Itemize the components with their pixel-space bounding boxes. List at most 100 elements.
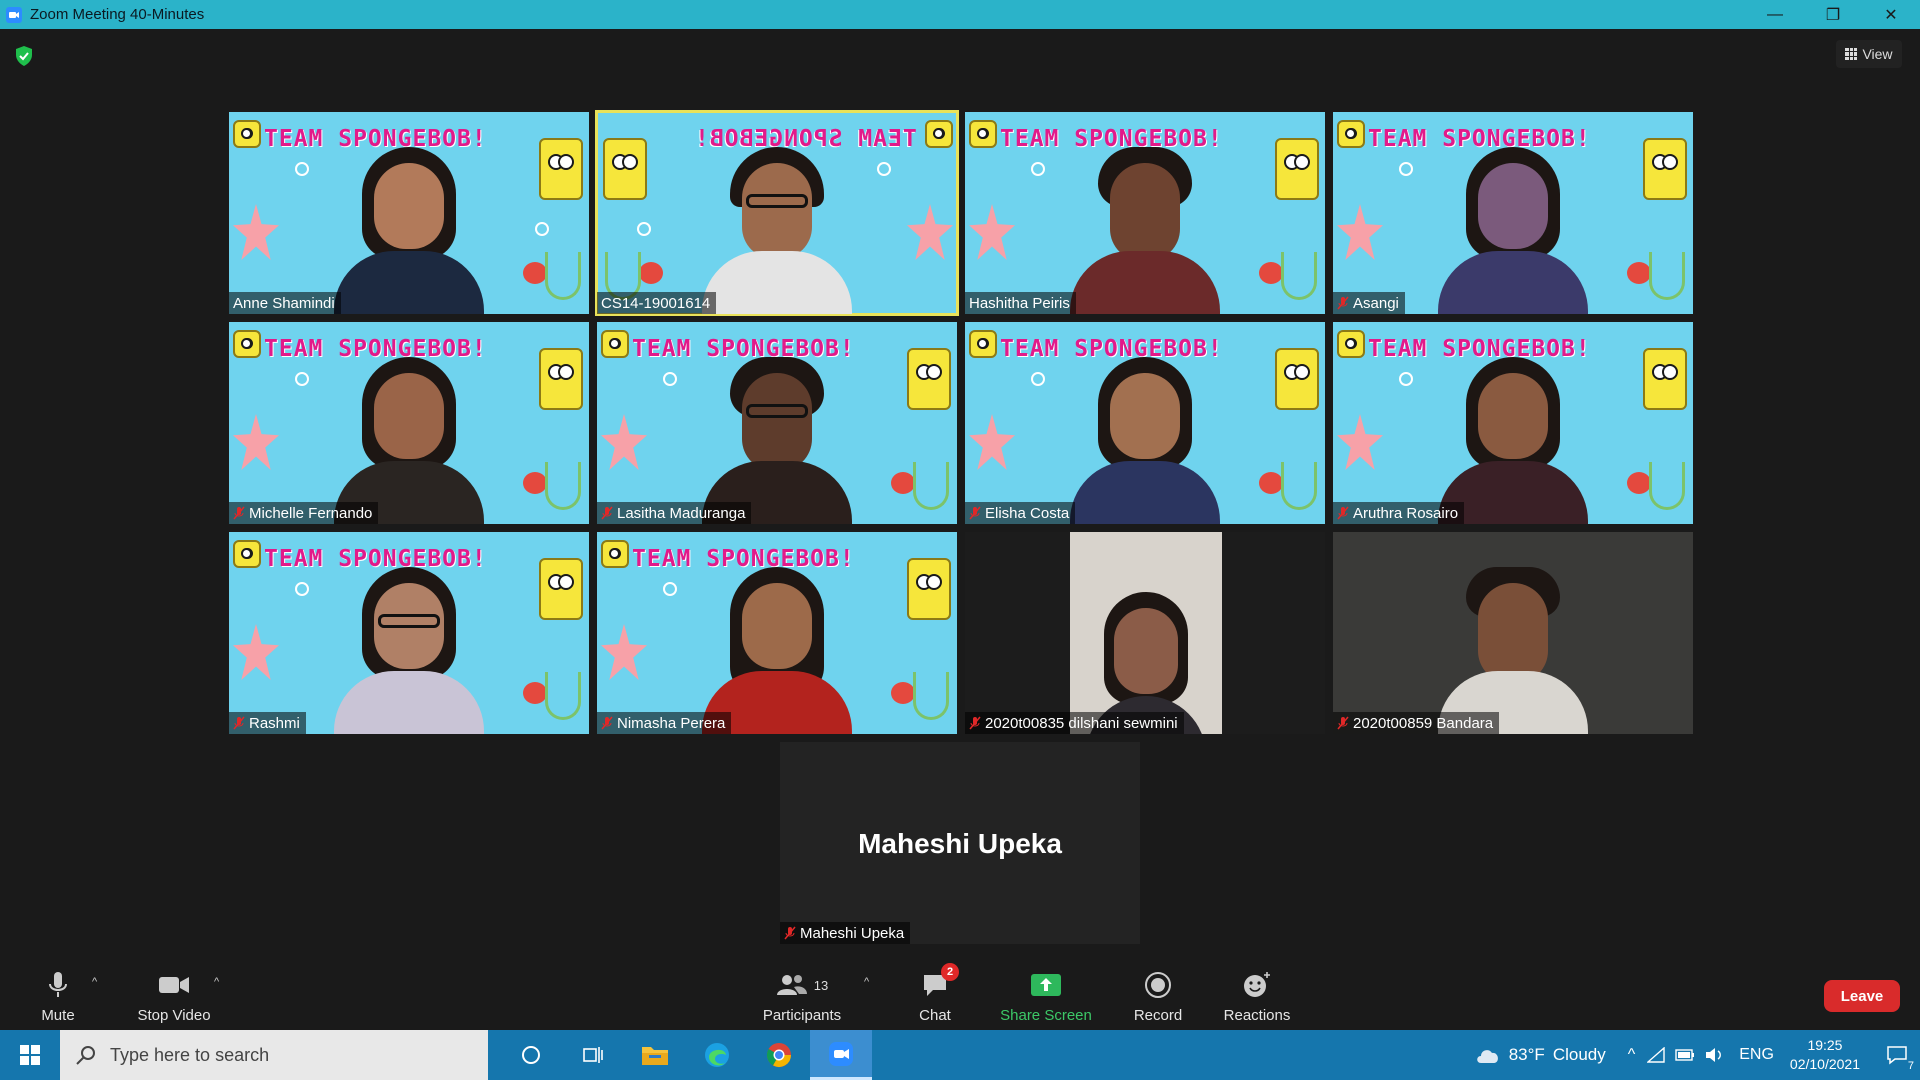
- view-button[interactable]: View: [1836, 40, 1902, 68]
- bubble-decoration: [663, 582, 677, 596]
- mute-button[interactable]: Mute: [34, 958, 82, 1030]
- file-explorer-button[interactable]: [624, 1030, 686, 1080]
- minimize-button[interactable]: —: [1746, 0, 1804, 29]
- stop-video-button[interactable]: Stop Video: [134, 958, 214, 1030]
- share-screen-icon: [1031, 974, 1061, 996]
- participants-options-caret-icon[interactable]: ^: [864, 976, 874, 988]
- chat-label: Chat: [919, 1007, 951, 1024]
- plankton-decoration: [1649, 462, 1685, 510]
- cortana-button[interactable]: [500, 1030, 562, 1080]
- zoom-window: Zoom Meeting 40-Minutes — ❐ ✕ View TEAM …: [0, 0, 1920, 1080]
- spongebob-decoration: [1275, 138, 1319, 200]
- participant-tile[interactable]: TEAM SPONGEBOB! Anne Shamindi: [229, 112, 589, 314]
- participant-name-bar: Hashitha Peiris: [965, 292, 1076, 314]
- participant-tile[interactable]: TEAM SPONGEBOB! Asangi: [1333, 112, 1693, 314]
- participant-tile[interactable]: TEAM SPONGEBOB! Aruthra Rosairo: [1333, 322, 1693, 524]
- participant-tile[interactable]: TEAM SPONGEBOB! Hashitha Peiris: [965, 112, 1325, 314]
- participant-name: Lasitha Maduranga: [617, 504, 746, 522]
- zoom-taskbar-button[interactable]: [810, 1030, 872, 1080]
- bubble-decoration: [295, 372, 309, 386]
- security-shield-icon[interactable]: [15, 46, 33, 66]
- participant-video: [1070, 532, 1222, 734]
- participant-tile[interactable]: TEAM SPONGEBOB! Rashmi: [229, 532, 589, 734]
- participant-tile[interactable]: TEAM SPONGEBOB! Nimasha Perera: [597, 532, 957, 734]
- system-tray: 83°F Cloudy ^ ENG 19:25 02/10/2021 7: [1475, 1030, 1920, 1080]
- participant-name-bar: Anne Shamindi: [229, 292, 341, 314]
- edge-browser-button[interactable]: [686, 1030, 748, 1080]
- leave-button[interactable]: Leave: [1824, 980, 1900, 1012]
- participant-name-bar: Nimasha Perera: [597, 712, 732, 734]
- edge-browser-icon: [705, 1043, 729, 1067]
- participants-count: 13: [813, 977, 829, 993]
- weather-widget[interactable]: 83°F Cloudy: [1475, 1045, 1606, 1065]
- participant-tile[interactable]: TEAM SPONGEBOB! Lasitha Maduranga: [597, 322, 957, 524]
- task-view-button[interactable]: [562, 1030, 624, 1080]
- volume-icon[interactable]: [1705, 1047, 1725, 1063]
- notification-count: 7: [1907, 1060, 1914, 1072]
- share-screen-button[interactable]: Share Screen: [996, 958, 1096, 1030]
- spongebob-decoration: [539, 558, 583, 620]
- spongebob-decoration: [233, 540, 261, 568]
- cortana-circle-icon: [522, 1046, 540, 1064]
- participant-name-bar: Asangi: [1333, 292, 1405, 314]
- video-options-caret-icon[interactable]: ^: [214, 976, 224, 988]
- record-button[interactable]: Record: [1130, 958, 1186, 1030]
- participant-tile[interactable]: 2020t00859 Bandara: [1333, 532, 1693, 734]
- mic-muted-icon: [784, 926, 796, 940]
- network-icon[interactable]: [1647, 1047, 1665, 1063]
- window-title: Zoom Meeting 40-Minutes: [30, 6, 205, 23]
- spongebob-decoration: [1337, 330, 1365, 358]
- start-button[interactable]: [0, 1030, 60, 1080]
- participant-tile[interactable]: TEAM SPONGEBOB! Michelle Fernando: [229, 322, 589, 524]
- audio-options-caret-icon[interactable]: ^: [92, 976, 102, 988]
- action-center-button[interactable]: 7: [1874, 1030, 1920, 1080]
- participant-video: [334, 349, 484, 524]
- taskbar-search-box[interactable]: Type here to search: [60, 1030, 488, 1080]
- participant-video: [334, 139, 484, 314]
- participant-name: Anne Shamindi: [233, 294, 335, 312]
- bubble-decoration: [295, 162, 309, 176]
- gallery-view: TEAM SPONGEBOB! Anne Shamindi TEAM SPONG…: [229, 110, 1693, 736]
- patrick-decoration: [1337, 204, 1383, 260]
- crab-decoration: [523, 682, 547, 704]
- chat-unread-badge: 2: [941, 963, 959, 981]
- battery-icon[interactable]: [1675, 1049, 1695, 1061]
- participant-tile-active-speaker[interactable]: TEAM SPONGEBOB! CS14-19001614: [595, 110, 959, 316]
- participant-tile[interactable]: 2020t00835 dilshani sewmini: [965, 532, 1325, 734]
- participant-name: Rashmi: [249, 714, 300, 732]
- chat-button[interactable]: 2 Chat: [910, 958, 960, 1030]
- mic-muted-icon: [233, 716, 245, 730]
- crab-decoration: [639, 262, 663, 284]
- participants-label: Participants: [762, 1007, 842, 1024]
- file-explorer-folder-icon: [642, 1047, 668, 1065]
- self-view-tile[interactable]: Maheshi Upeka Maheshi Upeka: [780, 742, 1140, 944]
- patrick-decoration: [969, 414, 1015, 470]
- crab-decoration: [1627, 472, 1651, 494]
- chrome-browser-button[interactable]: [748, 1030, 810, 1080]
- window-controls: — ❐ ✕: [1746, 0, 1920, 29]
- mic-muted-icon: [969, 716, 981, 730]
- spongebob-decoration: [539, 138, 583, 200]
- bubble-decoration: [1399, 372, 1413, 386]
- input-language[interactable]: ENG: [1739, 1046, 1774, 1064]
- participant-name-bar: 2020t00835 dilshani sewmini: [965, 712, 1184, 734]
- record-label: Record: [1133, 1007, 1183, 1024]
- video-camera-icon: [159, 977, 189, 993]
- search-icon: [76, 1046, 95, 1065]
- taskbar-clock[interactable]: 19:25 02/10/2021: [1790, 1036, 1860, 1074]
- close-button[interactable]: ✕: [1862, 0, 1920, 29]
- cloud-icon: [1476, 1050, 1498, 1063]
- show-hidden-icons-chevron-icon[interactable]: ^: [1628, 1046, 1636, 1064]
- participant-name-bar: Rashmi: [229, 712, 306, 734]
- notifications-icon: [1887, 1046, 1907, 1065]
- participant-tile[interactable]: TEAM SPONGEBOB! Elisha Costa: [965, 322, 1325, 524]
- participant-video: [1070, 349, 1220, 524]
- spongebob-decoration: [539, 348, 583, 410]
- participants-icon: [776, 975, 807, 995]
- crab-decoration: [1259, 262, 1283, 284]
- reactions-label: Reactions: [1223, 1007, 1291, 1024]
- restore-button[interactable]: ❐: [1804, 0, 1862, 29]
- reactions-button[interactable]: Reactions: [1222, 958, 1292, 1030]
- participant-name: CS14-19001614: [601, 294, 711, 312]
- participants-button[interactable]: 13 Participants: [758, 958, 846, 1030]
